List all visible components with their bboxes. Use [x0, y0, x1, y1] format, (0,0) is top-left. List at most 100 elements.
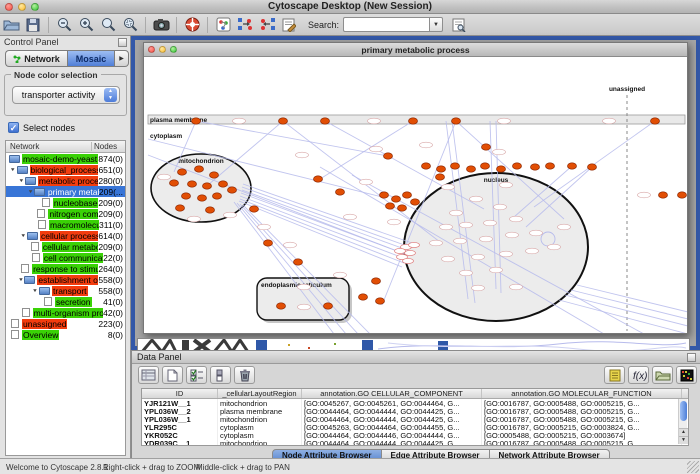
network-node[interactable]	[513, 163, 522, 169]
network-node[interactable]	[482, 144, 491, 150]
select-nodes-checkbox[interactable]: ✓	[8, 122, 19, 133]
tab-mosaic[interactable]: Mosaic	[67, 50, 115, 67]
import-table-button[interactable]	[652, 366, 673, 384]
network-node[interactable]	[219, 181, 228, 187]
tree-row[interactable]: ▼cellular process614(0)	[6, 230, 125, 241]
table-scrollbar[interactable]: ▲ ▼	[678, 399, 687, 444]
tree-row[interactable]: cell communicat22(0)	[6, 252, 125, 263]
network-node[interactable]	[210, 172, 219, 178]
expander-icon[interactable]: ▼	[9, 167, 17, 172]
search-config-button[interactable]	[448, 15, 470, 35]
snapshot-button[interactable]	[150, 15, 172, 35]
expander-icon[interactable]: ▼	[19, 233, 27, 238]
network-node[interactable]	[336, 189, 345, 195]
help-button[interactable]	[181, 15, 203, 35]
tree-row[interactable]: Overview8(0)	[6, 329, 125, 340]
tab-network[interactable]: Network	[5, 50, 67, 67]
open-button[interactable]	[0, 15, 22, 35]
network-node[interactable]	[206, 207, 215, 213]
table-column-header[interactable]: _cellularLayoutRegion	[218, 389, 302, 398]
network-node[interactable]	[372, 278, 381, 284]
expander-icon[interactable]: ▼	[18, 277, 25, 282]
network-node[interactable]	[203, 183, 212, 189]
network-node[interactable]	[531, 164, 540, 170]
save-button[interactable]	[22, 15, 44, 35]
network-node[interactable]	[409, 118, 418, 124]
network-node[interactable]	[384, 153, 393, 159]
network-node[interactable]	[481, 163, 490, 169]
network-node[interactable]	[386, 203, 395, 209]
network-node[interactable]	[659, 192, 668, 198]
tree-row[interactable]: ▼primary metabo209(...	[6, 186, 125, 197]
tree-column-nodes[interactable]: Nodes	[91, 142, 125, 151]
data-panel-titlebar[interactable]: Data Panel	[132, 351, 700, 364]
tab-overflow-arrow[interactable]: ▶	[115, 50, 129, 67]
network-node[interactable]	[277, 303, 286, 309]
network-node[interactable]	[497, 166, 506, 172]
network-node[interactable]	[588, 164, 597, 170]
network-node[interactable]	[380, 192, 389, 198]
network-node[interactable]	[403, 192, 412, 198]
attribute-panel-settings-button[interactable]	[138, 366, 159, 384]
network-node[interactable]	[324, 303, 333, 309]
zoom-out-button[interactable]	[53, 15, 75, 35]
delete-attribute-button[interactable]	[234, 366, 255, 384]
network-node[interactable]	[176, 205, 185, 211]
network-node[interactable]	[192, 118, 201, 124]
expander-icon[interactable]: ▼	[27, 189, 34, 194]
network-node[interactable]	[198, 195, 207, 201]
network-node[interactable]	[213, 193, 222, 199]
network-node[interactable]	[228, 187, 237, 193]
network-node[interactable]	[359, 294, 368, 300]
network-node[interactable]	[314, 176, 323, 182]
network-node[interactable]	[182, 193, 191, 199]
network-view-window[interactable]: primary metabolic process plasma membran…	[143, 42, 688, 334]
table-scrollbar-thumb[interactable]	[680, 401, 687, 421]
tree-row[interactable]: ▼establishment of lo558(0)	[6, 274, 125, 285]
network-overview-button[interactable]	[212, 15, 234, 35]
scroll-down-arrow[interactable]: ▼	[679, 436, 688, 444]
annotation-button[interactable]	[278, 15, 300, 35]
heatmap-button[interactable]	[676, 366, 697, 384]
new-attribute-button[interactable]	[162, 366, 183, 384]
unselect-attributes-button[interactable]	[210, 366, 231, 384]
network-tree-header[interactable]: Network Nodes	[6, 141, 125, 153]
tree-row[interactable]: macromolecule311(0)	[6, 219, 125, 230]
network-node[interactable]	[392, 196, 401, 202]
tree-row[interactable]: response to stimul264(0)	[6, 263, 125, 274]
table-column-header[interactable]: annotation.GO CELLULAR_COMPONENT	[302, 389, 482, 398]
network-node[interactable]	[195, 166, 204, 172]
network-node[interactable]	[451, 163, 460, 169]
network-node[interactable]	[178, 169, 187, 175]
network-node[interactable]	[411, 199, 420, 205]
zoom-in-button[interactable]	[75, 15, 97, 35]
zoom-selected-button[interactable]	[97, 15, 119, 35]
expander-icon[interactable]: ▼	[31, 288, 39, 293]
attribute-list-button[interactable]	[604, 366, 625, 384]
network-node[interactable]	[678, 192, 687, 198]
network-node[interactable]	[264, 240, 273, 246]
network-node[interactable]	[188, 181, 197, 187]
layout-button[interactable]	[234, 15, 256, 35]
tree-row[interactable]: nitrogen compo209(0)	[6, 208, 125, 219]
network-node[interactable]	[376, 298, 385, 304]
attribute-table[interactable]: ID_cellularLayoutRegionannotation.GO CEL…	[141, 388, 689, 446]
zoom-fit-button[interactable]	[119, 15, 141, 35]
layout-alt-button[interactable]	[256, 15, 278, 35]
table-column-header[interactable]: ID	[142, 389, 218, 398]
data-panel-float-icon[interactable]	[687, 353, 696, 362]
tree-row[interactable]: ▼transport558(0)	[6, 285, 125, 296]
search-dropdown[interactable]: ▼	[429, 17, 443, 32]
tree-row[interactable]: unassigned223(0)	[6, 318, 125, 329]
network-node[interactable]	[651, 118, 660, 124]
tree-row[interactable]: ▼biological_process651(0)	[6, 164, 125, 175]
network-node[interactable]	[398, 205, 407, 211]
network-node[interactable]	[568, 163, 577, 169]
network-node[interactable]	[546, 163, 555, 169]
float-panel-icon[interactable]	[118, 38, 127, 47]
network-node[interactable]	[436, 174, 445, 180]
resize-grip[interactable]	[687, 461, 699, 473]
network-node[interactable]	[170, 180, 179, 186]
network-node[interactable]	[279, 118, 288, 124]
network-node[interactable]	[422, 163, 431, 169]
